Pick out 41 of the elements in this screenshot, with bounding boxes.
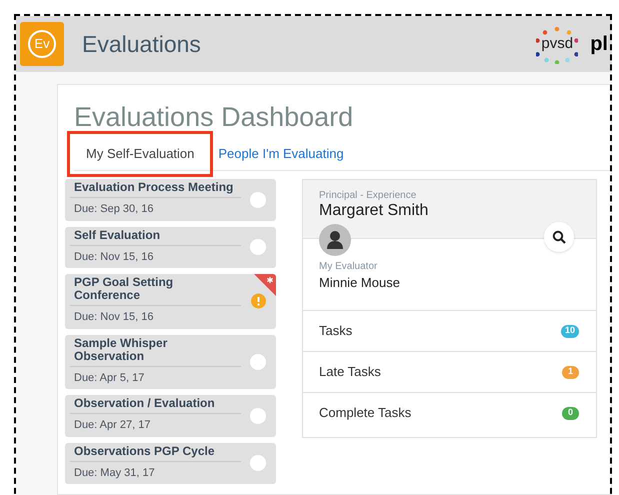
task-title: Sample Whisper Observation	[70, 336, 241, 366]
count-label: Complete Tasks	[319, 404, 412, 422]
due-date: Due: Apr 5, 17	[73, 370, 146, 386]
app-title: Evaluations	[82, 30, 201, 59]
avatar-icon	[319, 224, 351, 256]
due-date: Due: May 31, 17	[73, 466, 156, 480]
search-icon	[552, 230, 566, 244]
task-title: Observations PGP Cycle	[70, 444, 241, 462]
count-label: Tasks	[319, 322, 352, 340]
task-card[interactable]: Evaluation Process Meeting Due: Sep 30, 16	[65, 179, 276, 220]
task-title: Evaluation Process Meeting	[70, 181, 241, 198]
due-date: Due: Nov 15, 16	[73, 250, 154, 264]
app-logo: Ev	[20, 22, 64, 66]
count-label: Late Tasks	[319, 363, 381, 382]
task-title: Observation / Evaluation	[70, 397, 241, 414]
brand-logo: pvsd	[536, 24, 578, 64]
flag-corner-icon	[254, 274, 276, 296]
count-row[interactable]: Late Tasks 1	[303, 351, 596, 392]
person-name: Margaret Smith	[319, 201, 430, 221]
count-badge: 1	[562, 366, 579, 378]
task-card[interactable]: Self Evaluation Due: Nov 15, 16	[65, 226, 276, 268]
count-badge: 10	[560, 324, 579, 338]
count-row[interactable]: Complete Tasks 0	[303, 392, 596, 433]
count-badge: 0	[562, 406, 579, 420]
due-date: Due: Apr 27, 17	[73, 418, 152, 433]
task-title: Self Evaluation	[70, 228, 241, 246]
dashboard-title: Evaluations Dashboard	[74, 101, 354, 134]
task-title: PGP Goal Setting Conference	[70, 276, 241, 306]
role-label: Principal - Experience	[319, 190, 418, 201]
task-card[interactable]: PGP Goal Setting Conference Due: Nov 15, 16	[65, 274, 276, 328]
due-date: Due: Sep 30, 16	[73, 202, 155, 217]
brand-text: pl	[590, 32, 608, 57]
evaluator-label: My Evaluator	[319, 261, 378, 273]
evaluator-name: Minnie Mouse	[319, 274, 401, 292]
search-button[interactable]	[544, 222, 574, 252]
due-date: Due: Nov 15, 16	[73, 310, 154, 325]
count-row[interactable]: Tasks 10	[303, 310, 596, 351]
tab[interactable]: People I'm Evaluating	[206, 138, 356, 170]
task-card[interactable]: Observations PGP Cycle Due: May 31, 17	[65, 442, 276, 484]
task-card[interactable]: Observation / Evaluation Due: Apr 27, 17	[65, 395, 276, 436]
task-card[interactable]: Sample Whisper Observation Due: Apr 5, 17	[65, 334, 276, 389]
